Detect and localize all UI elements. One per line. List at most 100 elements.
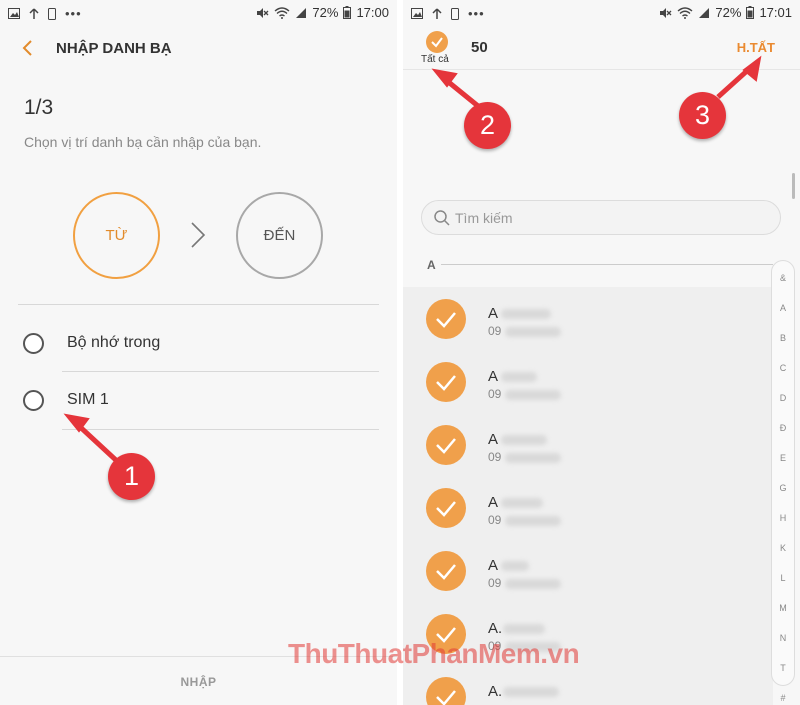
select-all-checkbox[interactable] [426, 31, 448, 53]
alphabet-index-bar[interactable]: & A B C D Đ E G H K L M N T # [771, 260, 795, 703]
battery-percent: 72% [312, 5, 339, 20]
phone-icon [48, 7, 56, 20]
index-letter[interactable]: D [772, 393, 794, 403]
contact-name: A. [488, 620, 503, 637]
index-letter[interactable]: E [772, 453, 794, 463]
contact-checkbox[interactable] [426, 425, 466, 465]
to-button[interactable]: ĐẾN [236, 192, 323, 279]
blurred-name [501, 498, 543, 508]
index-letter[interactable]: # [772, 693, 794, 703]
select-all-label: Tất cả [421, 54, 449, 65]
more-icon: ••• [65, 6, 82, 21]
status-bar: ••• 72% 17:00 [0, 0, 397, 26]
contact-item[interactable]: A 09 [403, 476, 773, 540]
status-bar: ••• 72% 17:01 [403, 0, 800, 26]
divider [18, 304, 379, 305]
contact-checkbox[interactable] [426, 677, 466, 705]
battery-icon [746, 6, 755, 19]
option-sim-1[interactable]: SIM 1 [0, 373, 397, 427]
section-divider [441, 264, 773, 265]
contact-name: A. [488, 683, 503, 700]
wifi-icon [274, 6, 290, 19]
scrollbar[interactable] [792, 173, 795, 199]
more-icon: ••• [468, 6, 485, 21]
blurred-name [501, 372, 537, 382]
section-header: A [427, 258, 436, 272]
blurred-phone [505, 516, 561, 526]
option-label: SIM 1 [67, 391, 109, 408]
selected-count: 50 [471, 39, 488, 56]
annotation-badge: 3 [679, 92, 726, 139]
contact-phone: 09 [488, 513, 502, 527]
index-letter[interactable]: M [772, 603, 794, 613]
contact-item[interactable]: A 09 [403, 287, 773, 351]
gallery-icon [8, 8, 20, 19]
blurred-name [503, 687, 559, 697]
index-letter[interactable]: H [772, 513, 794, 523]
app-bar: NHẬP DANH BẠ [0, 30, 397, 68]
contact-checkbox[interactable] [426, 299, 466, 339]
contact-checkbox[interactable] [426, 362, 466, 402]
import-contacts-screen: ••• 72% 17:00 NHẬP DANH BẠ 1/3 Chọn vị t… [0, 0, 397, 705]
option-label: Bộ nhớ trong [67, 334, 161, 351]
blurred-name [501, 561, 529, 571]
status-time: 17:01 [759, 5, 792, 20]
index-letter[interactable]: B [772, 333, 794, 343]
index-letter[interactable]: L [772, 573, 794, 583]
back-arrow-icon[interactable] [18, 38, 38, 58]
index-letter[interactable]: Đ [772, 423, 794, 433]
blurred-phone [505, 579, 561, 589]
search-icon [434, 210, 450, 226]
index-letter[interactable]: T [772, 663, 794, 673]
contact-checkbox[interactable] [426, 488, 466, 528]
divider [62, 371, 379, 372]
index-letter[interactable]: A [772, 303, 794, 313]
battery-percent: 72% [715, 5, 742, 20]
signal-icon [296, 7, 307, 18]
blurred-phone [505, 327, 561, 337]
contact-name: A [488, 305, 499, 322]
index-letter[interactable]: & [772, 273, 794, 283]
import-button[interactable]: NHẬP [0, 675, 397, 689]
step-indicator: 1/3 [24, 96, 54, 119]
check-icon [436, 501, 456, 517]
blurred-name [503, 624, 545, 634]
contact-item[interactable]: A 09 [403, 350, 773, 414]
radio-button[interactable] [23, 333, 44, 354]
contact-phone: 09 [488, 450, 502, 464]
option-internal-memory[interactable]: Bộ nhớ trong [0, 316, 397, 370]
mute-icon [257, 7, 269, 18]
contact-name: A [488, 431, 499, 448]
annotation-badge: 1 [108, 453, 155, 500]
select-contacts-screen: ••• 72% 17:01 Tất cả 50 H.TẤT Tìm kiếm A [403, 0, 800, 705]
divider [403, 69, 800, 70]
contact-item[interactable]: A 09 [403, 539, 773, 603]
index-letter[interactable]: C [772, 363, 794, 373]
index-letter[interactable]: N [772, 633, 794, 643]
watermark: ThuThuatPhanMem.vn [288, 638, 580, 669]
from-button[interactable]: TỪ [73, 192, 160, 279]
wifi-icon [677, 6, 693, 19]
contact-phone: 09 [488, 576, 502, 590]
radio-button[interactable] [23, 390, 44, 411]
gallery-icon [411, 8, 423, 19]
contact-item[interactable]: A 09 [403, 413, 773, 477]
contact-item[interactable]: A. [403, 665, 773, 705]
check-icon [431, 37, 443, 48]
annotation-badge: 2 [464, 102, 511, 149]
from-label: TỪ [105, 227, 128, 244]
check-icon [436, 312, 456, 328]
check-icon [436, 690, 456, 705]
contact-checkbox[interactable] [426, 551, 466, 591]
battery-icon [343, 6, 352, 19]
done-button[interactable]: H.TẤT [737, 40, 775, 55]
upload-icon [432, 7, 442, 19]
index-letter[interactable]: K [772, 543, 794, 553]
search-input[interactable]: Tìm kiếm [421, 200, 781, 235]
divider [62, 429, 379, 430]
blurred-name [501, 309, 551, 319]
index-letter[interactable]: G [772, 483, 794, 493]
phone-icon [451, 7, 459, 20]
contact-name: A [488, 494, 499, 511]
contact-name: A [488, 368, 499, 385]
